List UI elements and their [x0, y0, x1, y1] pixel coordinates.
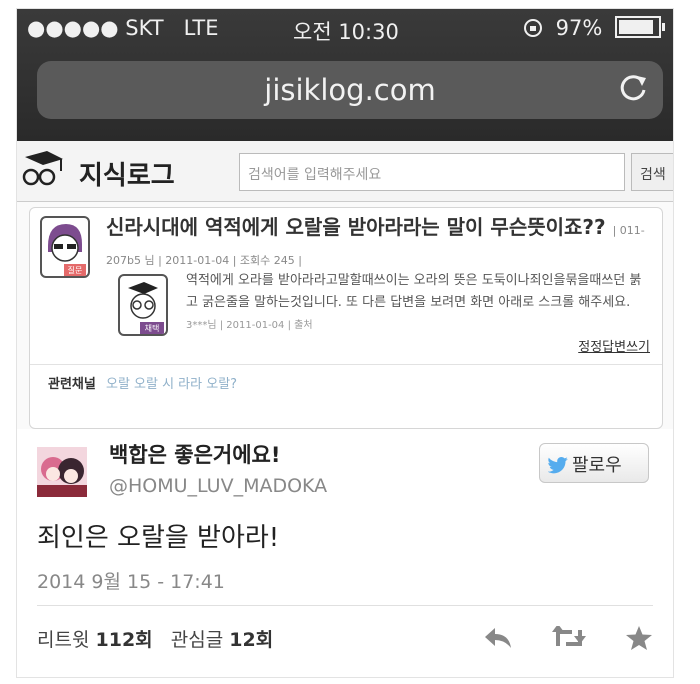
- reply-button[interactable]: [483, 626, 513, 654]
- search-input[interactable]: 검색어를 입력해주세요: [239, 153, 625, 191]
- address-bar[interactable]: jisiklog.com: [37, 61, 663, 119]
- star-icon: [626, 626, 652, 650]
- answerer-avatar: 채택: [118, 274, 168, 336]
- tweet-timestamp[interactable]: 2014 9월 15 - 17:41: [37, 567, 225, 594]
- battery-percent: 97%: [555, 16, 603, 40]
- site-logo-icon[interactable]: [17, 149, 69, 193]
- question-title[interactable]: 신라시대에 역적에게 오랄을 받아라라는 말이 무슨뜻이죠?? | 011-20…: [106, 214, 646, 274]
- answerer-face-icon: 채택: [128, 282, 164, 334]
- write-answer-link[interactable]: 정정답변쓰기: [578, 336, 650, 355]
- rotation-lock-icon: [523, 19, 542, 37]
- question-card: 질문 신라시대에 역적에게 오랄을 받아라라는 말이 무슨뜻이죠?? | 011…: [29, 207, 663, 429]
- likes-count[interactable]: 12회: [229, 629, 273, 651]
- tweet-stats: 리트윗 112회 관심글 12회: [37, 625, 273, 652]
- tweet-display-name[interactable]: 백합은 좋은거에요!: [109, 439, 280, 469]
- screenshot-frame: ●●●●● SKT LTE 오전 10:30 97% jisiklog.com: [16, 8, 674, 678]
- url-text: jisiklog.com: [264, 73, 436, 107]
- question-title-text: 신라시대에 역적에게 오랄을 받아라라는 말이 무슨뜻이죠??: [106, 215, 606, 239]
- carrier-label: ●●●●● SKT: [27, 16, 164, 40]
- answer-meta: 3***님 | 2011-01-04 | 출처: [186, 320, 313, 331]
- follow-label: 팔로우: [572, 455, 622, 476]
- retweet-icon: [551, 624, 586, 646]
- related-label: 관련채널: [48, 377, 96, 392]
- answer-body: 역적에게 오라를 받아라라고말할때쓰이는 오라의 뜻은 도둑이나죄인을묶을때쓰던…: [186, 270, 652, 337]
- tweet-text: 죄인은 오랄을 받아라!: [37, 523, 280, 553]
- site-name[interactable]: 지식로그: [79, 155, 175, 192]
- site-header: 지식로그 검색어를 입력해주세요 검색: [17, 141, 673, 202]
- tweet-avatar[interactable]: [37, 447, 87, 497]
- question-badge: 질문: [68, 266, 83, 275]
- battery-icon: [615, 16, 665, 38]
- status-bar: ●●●●● SKT LTE 오전 10:30 97%: [17, 9, 673, 49]
- tweet-actions: [449, 624, 653, 655]
- related-keywords[interactable]: 오랄 오랄 시 라라 오랄?: [106, 377, 237, 392]
- reload-icon[interactable]: [615, 70, 651, 106]
- retweets-label: 리트윗: [37, 629, 90, 651]
- battery-status: 97%: [523, 16, 665, 40]
- network-label: LTE: [183, 16, 219, 40]
- follow-button[interactable]: 팔로우: [539, 443, 649, 483]
- twitter-bird-icon: [547, 457, 568, 474]
- questioner-face-icon: 질문: [48, 224, 86, 276]
- browser-chrome: ●●●●● SKT LTE 오전 10:30 97% jisiklog.com: [17, 9, 673, 141]
- favorite-button[interactable]: [625, 625, 653, 655]
- questioner-avatar: 질문: [40, 216, 90, 278]
- answer-badge: 채택: [145, 323, 160, 333]
- retweet-button[interactable]: [551, 624, 586, 654]
- tweet-handle[interactable]: @HOMU_LUV_MADOKA: [109, 475, 327, 497]
- reply-icon: [484, 628, 511, 648]
- related-channels: 관련채널 오랄 오랄 시 라라 오랄?: [30, 364, 662, 400]
- carrier-info: ●●●●● SKT LTE: [27, 16, 219, 40]
- likes-label: 관심글: [170, 629, 224, 651]
- retweets-count[interactable]: 112회: [96, 629, 153, 651]
- search-button[interactable]: 검색: [631, 153, 673, 191]
- tweet-divider: [37, 605, 653, 606]
- clock: 오전 10:30: [293, 20, 399, 44]
- answer-text: 역적에게 오라를 받아라라고말할때쓰이는 오라의 뜻은 도둑이나죄인을묶을때쓰던…: [186, 273, 642, 310]
- tweet-card: 백합은 좋은거에요! @HOMU_LUV_MADOKA 팔로우 죄인은 오랄을 …: [17, 429, 673, 677]
